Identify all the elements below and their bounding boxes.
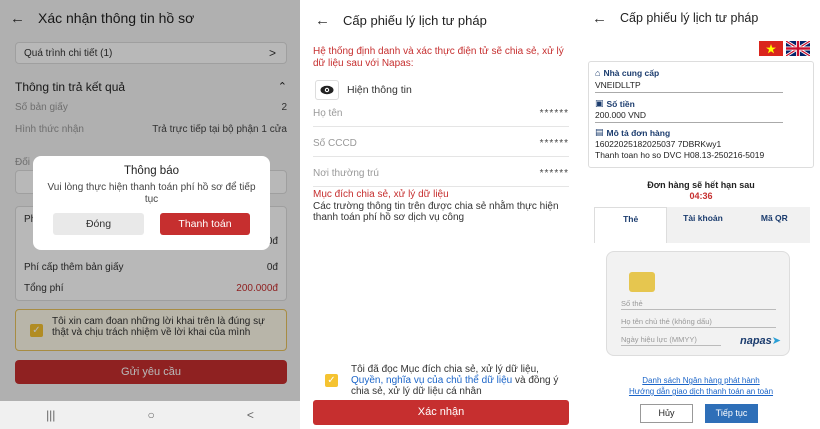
napas-arrow-icon: ➤ (771, 335, 781, 347)
safe-guide-link[interactable]: Hướng dẫn giao dịch thanh toán an toàn (582, 387, 820, 396)
dialog-message: Vui lòng thực hiện thanh toán phí hồ sơ … (47, 182, 256, 205)
field-value: ****** (539, 168, 569, 179)
pay-button[interactable]: Thanh toán (160, 213, 250, 235)
screen-confirm-dossier: ← Xác nhận thông tin hồ sơ Quá trình chi… (0, 0, 300, 429)
screen-napas-payment: ← Cấp phiếu lý lịch tư pháp ⌂ Nhà cung c… (582, 0, 820, 429)
card-date-input[interactable]: Ngày hiệu lực (MMYY) (621, 335, 721, 346)
back-arrow-icon[interactable]: ← (592, 10, 614, 27)
card-chip-icon (629, 272, 655, 292)
amount-label: ▣ Số tiền (595, 98, 635, 109)
close-button[interactable]: Đóng (53, 213, 144, 235)
desc-label: ▤ Mô tả đơn hàng (595, 127, 670, 138)
amount-label-text: Số tiền (606, 98, 635, 109)
info-row-name: Họ tên ****** (313, 101, 569, 127)
document-icon: ▤ (595, 127, 604, 137)
desc-line-2: Thanh toan ho so DVC H08.13-250216-5019 (595, 150, 765, 160)
field-value: ****** (539, 108, 569, 119)
back-arrow-icon[interactable]: ← (315, 12, 337, 29)
purpose-title: Mục đích chia sẻ, xử lý dữ liệu (313, 189, 449, 200)
tab-qr[interactable]: Mã QR (739, 207, 810, 243)
card-holder-input[interactable]: Họ tên chủ thẻ (không dấu) (621, 317, 776, 328)
napas-logo-text: napas (739, 335, 772, 347)
android-nav-bar: ||| ○ < (0, 401, 300, 429)
page-title: Cấp phiếu lý lịch tư pháp (343, 12, 487, 28)
info-row-address: Nơi thường trú ****** (313, 161, 569, 187)
field-label: Nơi thường trú (313, 168, 379, 179)
money-icon: ▣ (595, 98, 604, 108)
purpose-text: Các trường thông tin trên được chia sẻ n… (313, 201, 559, 223)
home-icon[interactable]: ○ (148, 408, 155, 422)
tab-account[interactable]: Tài khoản (667, 207, 738, 243)
back-icon[interactable]: < (247, 408, 254, 422)
continue-button[interactable]: Tiếp tục (705, 404, 758, 423)
agree-text: Tôi đã đọc Mục đích chia sẻ, xử lý dữ li… (351, 364, 569, 397)
uk-flag-icon[interactable] (786, 41, 810, 56)
info-row-id: Số CCCD ****** (313, 131, 569, 157)
tab-card[interactable]: Thẻ (594, 207, 668, 243)
home-icon: ⌂ (595, 68, 601, 78)
expire-label: Đơn hàng sẽ hết hạn sau (647, 180, 755, 190)
divider (595, 122, 783, 123)
field-label: Số CCCD (313, 138, 357, 149)
desc-line-1: 16022025182025037 7DBRKwy1 (595, 139, 722, 149)
field-label: Họ tên (313, 108, 343, 119)
bank-list-link[interactable]: Danh sách Ngân hàng phát hành (582, 376, 820, 385)
show-info-toggle[interactable]: Hiện thông tin (315, 80, 412, 100)
countdown-timer: 04:36 (689, 191, 713, 201)
amount-value: 200.000 VND (595, 110, 647, 120)
header: ← Cấp phiếu lý lịch tư pháp (582, 0, 820, 36)
agree-checkbox[interactable]: ✓ (325, 374, 338, 387)
payment-method-tabs: Thẻ Tài khoản Mã QR (594, 207, 810, 243)
order-info-box: ⌂ Nhà cung cấp VNEIDLLTP ▣ Số tiền 200.0… (588, 61, 814, 168)
page-title: Cấp phiếu lý lịch tư pháp (620, 11, 759, 25)
cancel-button[interactable]: Hủy (640, 404, 693, 423)
rights-link[interactable]: Quyền, nghĩa vụ của chủ thể dữ liệu (351, 375, 512, 386)
dialog-title: Thông báo (124, 165, 179, 177)
vietnam-flag-icon[interactable] (759, 41, 783, 56)
show-info-label: Hiện thông tin (347, 84, 412, 96)
field-value: ****** (539, 138, 569, 149)
napas-logo: napas➤ (740, 334, 781, 347)
desc-label-text: Mô tả đơn hàng (606, 127, 671, 138)
recent-apps-icon[interactable]: ||| (46, 408, 55, 422)
provider-label: ⌂ Nhà cung cấp (595, 68, 659, 78)
agree-prefix: Tôi đã đọc Mục đích chia sẻ, xử lý dữ li… (351, 364, 539, 375)
confirm-button[interactable]: Xác nhận (313, 400, 569, 425)
provider-value: VNEIDLLTP (595, 80, 641, 90)
card-form: Số thẻ Họ tên chủ thẻ (không dấu) Ngày h… (606, 251, 790, 356)
divider (595, 92, 783, 93)
header: ← Cấp phiếu lý lịch tư pháp (305, 0, 577, 40)
eye-icon (315, 80, 339, 100)
screen-data-consent: ← Cấp phiếu lý lịch tư pháp Hệ thống địn… (305, 0, 577, 429)
card-number-input[interactable]: Số thẻ (621, 299, 776, 310)
payment-notice-dialog: Thông báo Vui lòng thực hiện thanh toán … (33, 156, 270, 250)
provider-label-text: Nhà cung cấp (603, 68, 660, 78)
intro-text: Hệ thống định danh và xác thực điện tử s… (313, 46, 564, 69)
